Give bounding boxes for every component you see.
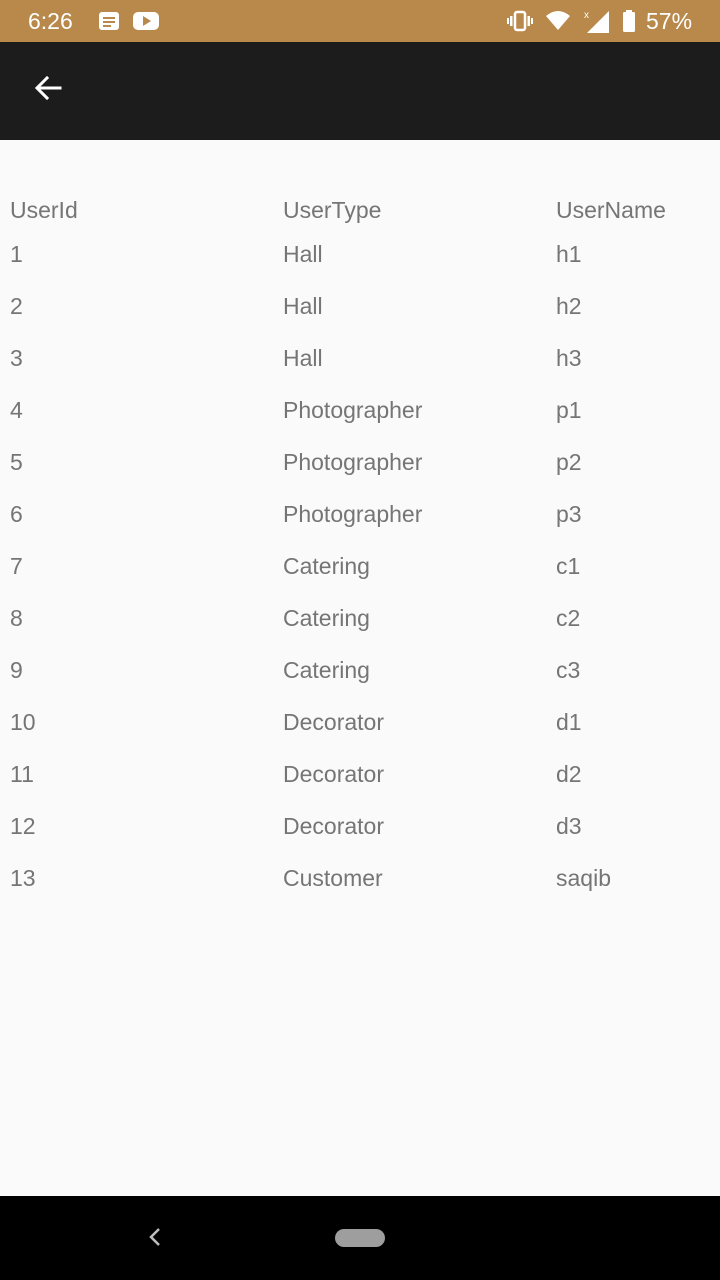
cell-username: saqib — [556, 865, 611, 891]
table-row: 13 Customer saqib — [0, 856, 720, 908]
table-row: 2 Hall h2 — [0, 284, 720, 336]
cell-userid: 1 — [10, 241, 23, 267]
cell-username: c1 — [556, 553, 581, 579]
header-userid: UserId — [10, 197, 78, 223]
cell-usertype: Decorator — [283, 813, 384, 839]
youtube-icon — [132, 9, 159, 33]
table-header-row: UserId UserType UserName — [0, 188, 720, 232]
cell-usertype: Decorator — [283, 761, 384, 787]
cell-usertype: Hall — [283, 293, 323, 319]
cell-username: p3 — [556, 501, 582, 527]
cell-username: d1 — [556, 709, 582, 735]
cell-usertype: Photographer — [283, 449, 423, 475]
table-row: 11 Decorator d2 — [0, 752, 720, 804]
cell-userid: 4 — [10, 397, 23, 423]
cell-userid: 7 — [10, 553, 23, 579]
system-nav-bar — [0, 1196, 720, 1280]
cell-userid: 6 — [10, 501, 23, 527]
cell-usertype: Catering — [283, 657, 370, 683]
cell-username: c2 — [556, 605, 581, 631]
wifi-icon — [545, 9, 571, 33]
cell-userid: 8 — [10, 605, 23, 631]
cell-userid: 2 — [10, 293, 23, 319]
status-time: 6:26 — [28, 8, 73, 34]
cell-username: h3 — [556, 345, 582, 371]
cell-userid: 5 — [10, 449, 23, 475]
table-row: 6 Photographer p3 — [0, 492, 720, 544]
arrow-left-icon — [32, 72, 64, 109]
cell-username: d2 — [556, 761, 582, 787]
nav-back-button[interactable] — [140, 1224, 170, 1254]
home-pill-icon[interactable] — [335, 1229, 385, 1247]
cell-usertype: Photographer — [283, 501, 423, 527]
cell-userid: 12 — [10, 813, 36, 839]
battery-percent: 57% — [646, 8, 693, 34]
cell-username: d3 — [556, 813, 582, 839]
vibrate-icon — [507, 9, 533, 33]
back-button[interactable] — [24, 66, 72, 114]
cell-username: h2 — [556, 293, 582, 319]
cell-userid: 10 — [10, 709, 36, 735]
app-bar — [0, 42, 720, 140]
table-row: 7 Catering c1 — [0, 544, 720, 596]
cell-usertype: Decorator — [283, 709, 384, 735]
cell-userid: 3 — [10, 345, 23, 371]
table-row: 8 Catering c2 — [0, 596, 720, 648]
cell-userid: 11 — [10, 761, 34, 787]
cell-usertype: Customer — [283, 865, 383, 891]
cell-username: c3 — [556, 657, 581, 683]
cell-usertype: Hall — [283, 345, 323, 371]
cell-username: p2 — [556, 449, 582, 475]
users-table: UserId UserType UserName 1 Hall h1 2 Hal… — [0, 188, 720, 908]
header-usertype: UserType — [283, 197, 382, 223]
cell-username: h1 — [556, 241, 582, 267]
cell-usertype: Catering — [283, 553, 370, 579]
signal-icon: x — [583, 9, 609, 33]
table-row: 4 Photographer p1 — [0, 388, 720, 440]
table-row: 10 Decorator d1 — [0, 700, 720, 752]
table-row: 5 Photographer p2 — [0, 440, 720, 492]
table-row: 1 Hall h1 — [0, 232, 720, 284]
cell-usertype: Hall — [283, 241, 323, 267]
svg-text:x: x — [584, 10, 589, 21]
status-bar: 6:26 x 57% — [0, 0, 720, 42]
table-row: 9 Catering c3 — [0, 648, 720, 700]
cell-usertype: Photographer — [283, 397, 423, 423]
header-username: UserName — [556, 197, 666, 223]
cell-usertype: Catering — [283, 605, 370, 631]
cell-userid: 13 — [10, 865, 36, 891]
table-row: 3 Hall h3 — [0, 336, 720, 388]
battery-icon — [621, 9, 647, 33]
cell-userid: 9 — [10, 657, 23, 683]
table-row: 12 Decorator d3 — [0, 804, 720, 856]
chevron-left-icon — [145, 1225, 165, 1254]
message-icon — [97, 9, 123, 33]
cell-username: p1 — [556, 397, 582, 423]
